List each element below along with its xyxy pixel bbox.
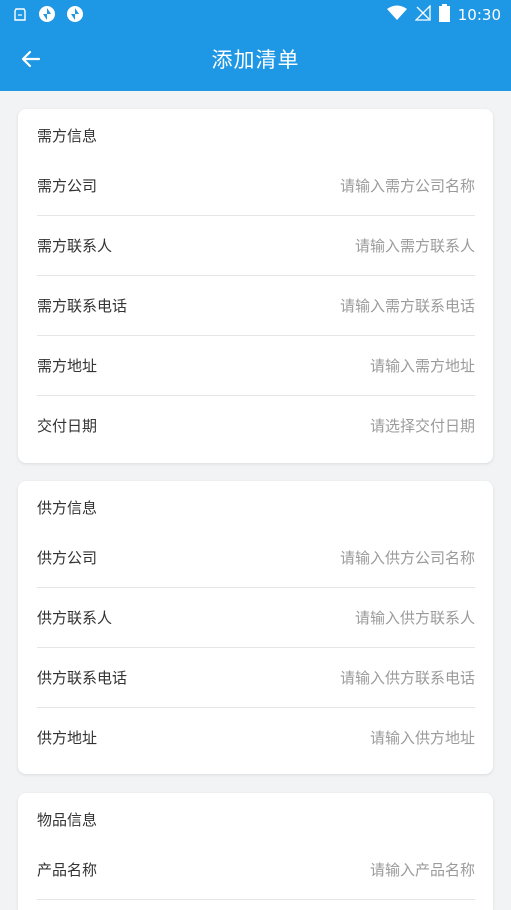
field-placeholder: 请输入供方公司名称 (339, 549, 475, 567)
section-item-info: 物品信息 产品名称 请输入产品名称 (18, 793, 493, 910)
field-label: 需方联系电话 (37, 297, 128, 315)
status-bar: 10:30 (0, 0, 511, 30)
supplier-contact-field[interactable]: 供方联系人 请输入供方联系人 (37, 588, 475, 648)
field-label: 供方联系电话 (37, 669, 128, 687)
field-placeholder: 请选择交付日期 (369, 417, 475, 435)
field-label: 产品名称 (37, 861, 98, 879)
section-title: 需方信息 (37, 127, 98, 145)
section-supplier-info: 供方信息 供方公司 请输入供方公司名称 供方联系人 请输入供方联系人 供方联系电… (18, 481, 493, 774)
supplier-address-field[interactable]: 供方地址 请输入供方地址 (37, 708, 475, 768)
delivery-date-field[interactable]: 交付日期 请选择交付日期 (37, 396, 475, 456)
buyer-company-field[interactable]: 需方公司 请输入需方公司名称 (37, 156, 475, 216)
supplier-phone-field[interactable]: 供方联系电话 请输入供方联系电话 (37, 648, 475, 708)
field-placeholder: 请输入需方地址 (369, 357, 475, 375)
field-label: 供方公司 (37, 549, 98, 567)
field-label: 供方联系人 (37, 609, 113, 627)
page-title: 添加清单 (211, 48, 300, 72)
section-title: 供方信息 (37, 499, 98, 517)
field-placeholder: 请输入产品名称 (369, 861, 475, 879)
clipboard-icon (12, 6, 28, 26)
status-right-icons: 10:30 (386, 4, 501, 26)
section-title: 物品信息 (37, 811, 98, 829)
sync-icon (38, 5, 56, 27)
buyer-address-field[interactable]: 需方地址 请输入需方地址 (37, 336, 475, 396)
field-placeholder: 请输入需方公司名称 (339, 177, 475, 195)
buyer-contact-field[interactable]: 需方联系人 请输入需方联系人 (37, 216, 475, 276)
field-label: 需方联系人 (37, 237, 113, 255)
back-button[interactable] (14, 44, 48, 78)
arrow-left-icon (21, 49, 41, 73)
supplier-company-field[interactable]: 供方公司 请输入供方公司名称 (37, 528, 475, 588)
app-bar: 添加清单 (0, 30, 511, 91)
sync-icon (66, 5, 84, 27)
field-placeholder: 请输入供方地址 (369, 729, 475, 747)
no-signal-icon (414, 4, 431, 25)
battery-icon (438, 4, 450, 26)
status-time: 10:30 (457, 6, 501, 24)
divider (37, 899, 475, 900)
field-label: 交付日期 (37, 417, 98, 435)
status-left-icons (12, 5, 84, 27)
field-placeholder: 请输入需方联系电话 (339, 297, 475, 315)
product-name-field[interactable]: 产品名称 请输入产品名称 (37, 840, 475, 900)
field-placeholder: 请输入供方联系电话 (339, 669, 475, 687)
field-label: 供方地址 (37, 729, 98, 747)
field-placeholder: 请输入供方联系人 (354, 609, 475, 627)
field-label: 需方地址 (37, 357, 98, 375)
section-buyer-info: 需方信息 需方公司 请输入需方公司名称 需方联系人 请输入需方联系人 需方联系电… (18, 109, 493, 463)
field-label: 需方公司 (37, 177, 98, 195)
buyer-phone-field[interactable]: 需方联系电话 请输入需方联系电话 (37, 276, 475, 336)
wifi-icon (386, 5, 407, 25)
field-placeholder: 请输入需方联系人 (354, 237, 475, 255)
